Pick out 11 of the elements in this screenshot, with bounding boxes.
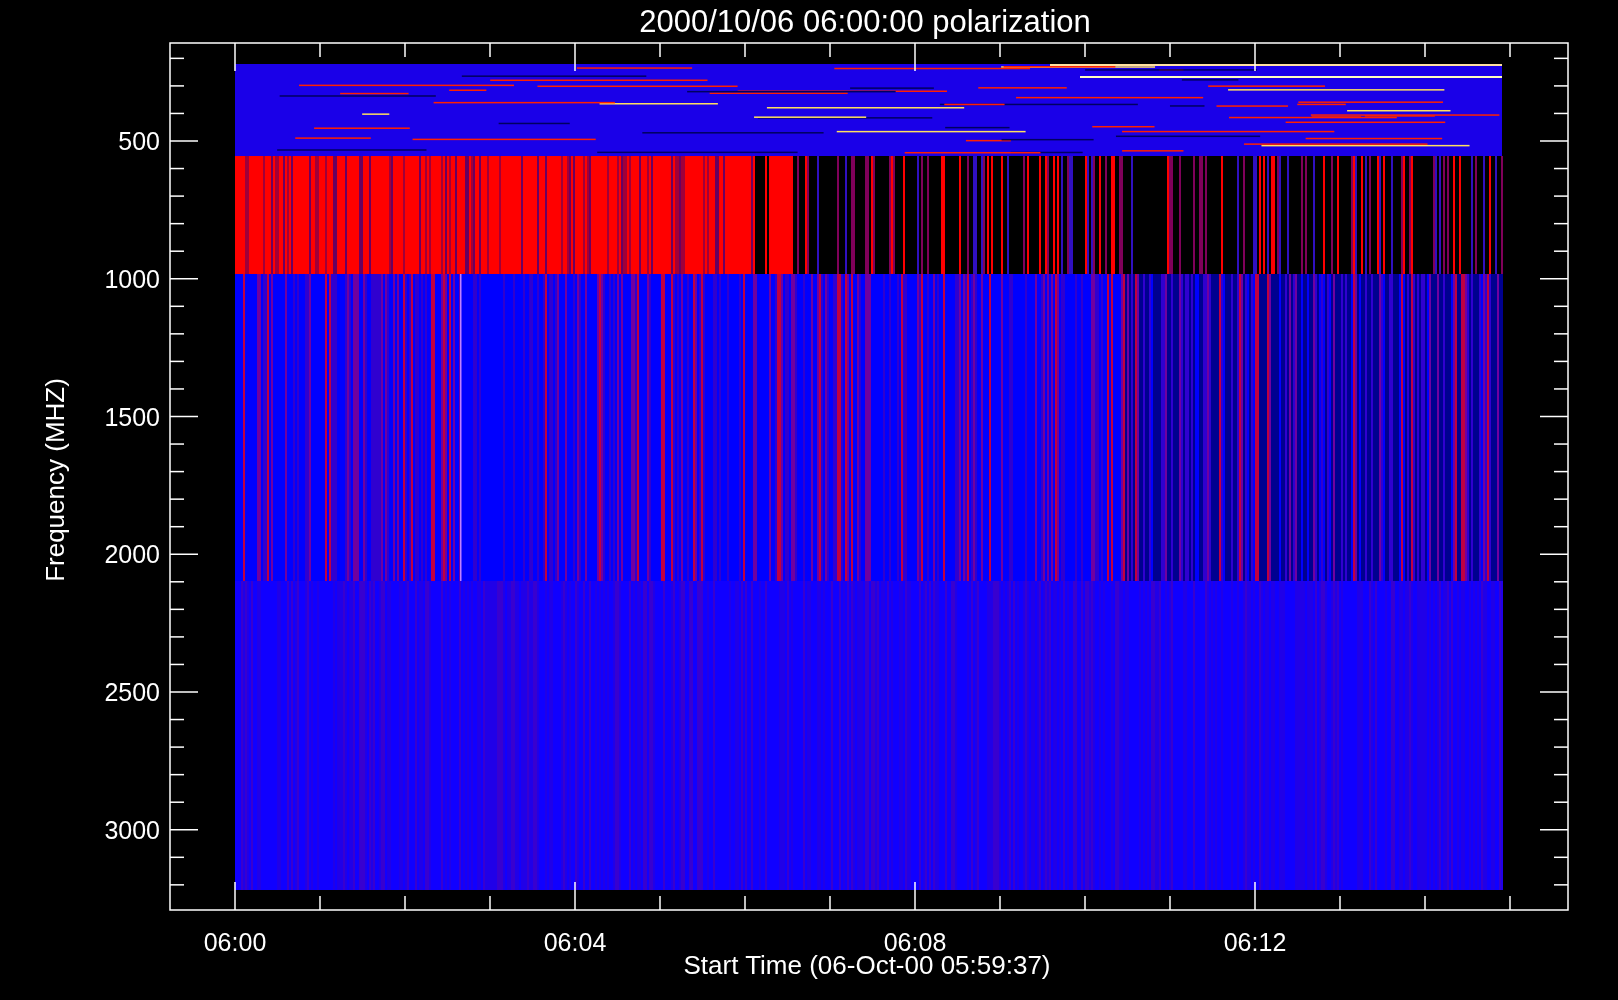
y-axis-label: Frequency (MHZ) (40, 378, 70, 582)
plot-title: 2000/10/06 06:00:00 polarization (639, 4, 1091, 39)
y-tick-label: 2000 (104, 540, 160, 569)
y-tick-label: 3000 (104, 815, 160, 844)
y-tick-label: 2500 (104, 678, 160, 706)
y-tick-label: 1500 (104, 402, 160, 431)
x-tick-label: 06:00 (203, 928, 267, 956)
x-tick-label: 06:04 (543, 928, 607, 956)
x-tick-label: 06:12 (1223, 928, 1287, 956)
y-tick-label: 1000 (104, 264, 160, 293)
y-tick-label: 500 (118, 127, 160, 155)
